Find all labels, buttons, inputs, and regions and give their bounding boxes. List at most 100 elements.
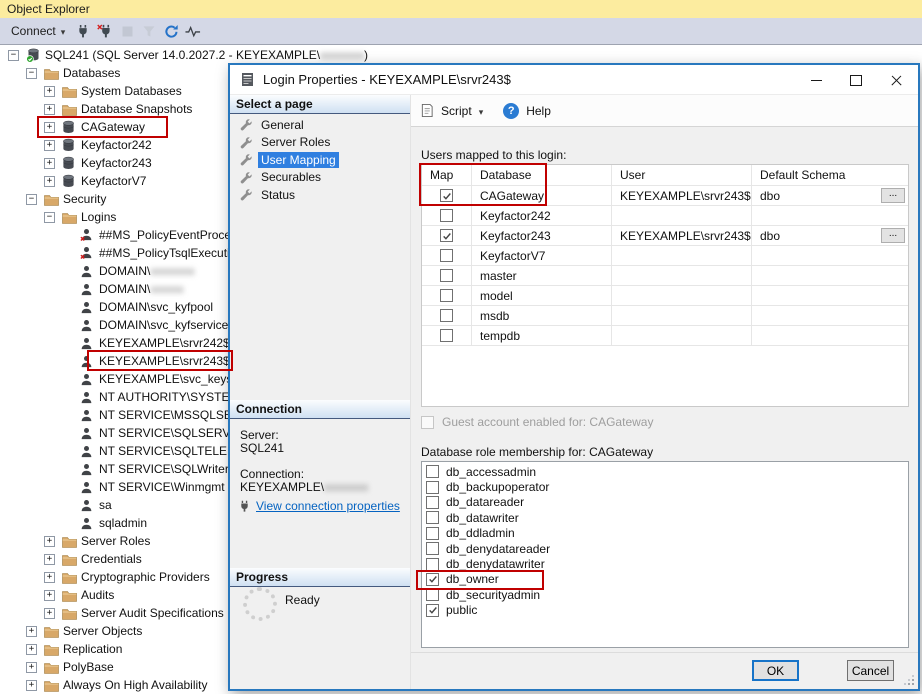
role-item-db_denydatareader[interactable]: db_denydatareader (422, 541, 908, 556)
schema-cell[interactable]: dbo... (752, 226, 908, 245)
role-item-db_denydatawriter[interactable]: db_denydatawriter (422, 556, 908, 571)
page-item-server-roles[interactable]: Server Roles (230, 134, 410, 152)
close-button[interactable] (876, 65, 916, 95)
role-item-db_datareader[interactable]: db_datareader (422, 495, 908, 510)
checkbox[interactable] (426, 573, 439, 586)
schema-cell[interactable] (752, 306, 908, 325)
schema-cell[interactable] (752, 326, 908, 345)
checkbox[interactable] (440, 249, 453, 262)
checkbox[interactable] (426, 511, 439, 524)
checkbox[interactable] (440, 229, 453, 242)
database-cell: KeyfactorV7 (472, 246, 612, 265)
collapse-icon[interactable]: − (8, 50, 19, 61)
tree-item[interactable]: −SQL241 (SQL Server 14.0.2027.2 - KEYEXA… (0, 46, 922, 64)
page-item-securables[interactable]: Securables (230, 169, 410, 187)
resize-grip[interactable] (912, 683, 914, 685)
connection-header: Connection (230, 400, 410, 419)
expand-icon[interactable]: + (44, 140, 55, 151)
checkbox[interactable] (440, 329, 453, 342)
connect-button[interactable]: Connect (6, 22, 70, 40)
expand-icon[interactable]: + (44, 122, 55, 133)
user-cell[interactable]: KEYEXAMPLE\srvr243$ (612, 226, 752, 245)
expand-icon[interactable]: + (44, 572, 55, 583)
role-item-db_securityadmin[interactable]: db_securityadmin (422, 587, 908, 602)
schema-cell[interactable] (752, 266, 908, 285)
schema-cell[interactable] (752, 286, 908, 305)
tree-item-label: NT SERVICE\SQLTELEME (98, 444, 245, 458)
checkbox[interactable] (426, 481, 439, 494)
user-cell[interactable] (612, 326, 752, 345)
user-mapping-table: MapDatabaseUserDefault SchemaCAGatewayKE… (421, 164, 909, 407)
checkbox[interactable] (426, 465, 439, 478)
activity-monitor-icon[interactable] (182, 20, 204, 42)
connection-label: Connection: (240, 467, 304, 481)
expand-icon[interactable]: + (26, 680, 37, 691)
ok-button[interactable]: OK (752, 660, 799, 681)
expand-icon[interactable]: + (44, 158, 55, 169)
collapse-icon[interactable]: − (26, 68, 37, 79)
checkbox[interactable] (426, 496, 439, 509)
tree-item-label: DOMAIN\svc_kyfservice (98, 318, 228, 332)
column-header: Map (422, 165, 472, 185)
user-cell[interactable] (612, 286, 752, 305)
minimize-button[interactable] (796, 65, 836, 95)
browse-schema-button[interactable]: ... (881, 188, 905, 203)
role-item-db_owner[interactable]: db_owner (422, 572, 908, 587)
checkbox[interactable] (440, 209, 453, 222)
collapse-icon[interactable]: − (26, 194, 37, 205)
checkbox[interactable] (426, 558, 439, 571)
expand-icon[interactable]: + (44, 590, 55, 601)
schema-cell[interactable] (752, 246, 908, 265)
help-button[interactable]: Help (526, 104, 551, 118)
view-connection-properties-link[interactable]: View connection properties (256, 499, 400, 513)
user-cell[interactable]: KEYEXAMPLE\srvr243$ (612, 186, 752, 205)
role-item-db_ddladmin[interactable]: db_ddladmin (422, 526, 908, 541)
role-item-public[interactable]: public (422, 603, 908, 618)
schema-cell[interactable] (752, 206, 908, 225)
role-item-db_datawriter[interactable]: db_datawriter (422, 510, 908, 525)
expand-icon[interactable]: + (44, 176, 55, 187)
connect-icon[interactable] (72, 20, 94, 42)
progress-status: Ready (285, 593, 320, 607)
checkbox[interactable] (426, 604, 439, 617)
collapse-icon[interactable]: − (44, 212, 55, 223)
user-cell[interactable] (612, 306, 752, 325)
checkbox[interactable] (440, 309, 453, 322)
checkbox[interactable] (426, 588, 439, 601)
expand-icon[interactable]: + (26, 644, 37, 655)
expand-icon[interactable]: + (44, 554, 55, 565)
user-cell[interactable] (612, 266, 752, 285)
user-cell[interactable] (612, 246, 752, 265)
checkbox[interactable] (440, 289, 453, 302)
expand-icon[interactable]: + (26, 626, 37, 637)
browse-schema-button[interactable]: ... (881, 228, 905, 243)
refresh-icon[interactable] (160, 20, 182, 42)
connect-button-label: Connect (11, 24, 56, 38)
checkbox[interactable] (440, 269, 453, 282)
expand-icon[interactable]: + (44, 86, 55, 97)
schema-cell[interactable]: dbo... (752, 186, 908, 205)
tree-item-label: PolyBase (62, 660, 114, 674)
expand-icon[interactable]: + (26, 662, 37, 673)
expand-icon[interactable]: + (44, 608, 55, 619)
checkbox[interactable] (426, 527, 439, 540)
page-item-user-mapping[interactable]: User Mapping (230, 151, 410, 169)
user-icon (80, 391, 98, 404)
maximize-button[interactable] (836, 65, 876, 95)
chevron-down-icon[interactable] (479, 104, 484, 118)
expand-icon[interactable]: + (44, 104, 55, 115)
role-item-label: db_ddladmin (446, 526, 515, 540)
script-button[interactable]: Script (441, 104, 472, 118)
page-item-general[interactable]: General (230, 116, 410, 134)
role-item-db_accessadmin[interactable]: db_accessadmin (422, 464, 908, 479)
page-item-status[interactable]: Status (230, 186, 410, 204)
checkbox[interactable] (440, 189, 453, 202)
disconnect-icon[interactable] (94, 20, 116, 42)
role-item-db_backupoperator[interactable]: db_backupoperator (422, 479, 908, 494)
database-cell: CAGateway (472, 186, 612, 205)
user-cell[interactable] (612, 206, 752, 225)
checkbox[interactable] (426, 542, 439, 555)
expand-icon[interactable]: + (44, 536, 55, 547)
tree-item-label: Always On High Availability (62, 678, 208, 692)
cancel-button[interactable]: Cancel (847, 660, 894, 681)
